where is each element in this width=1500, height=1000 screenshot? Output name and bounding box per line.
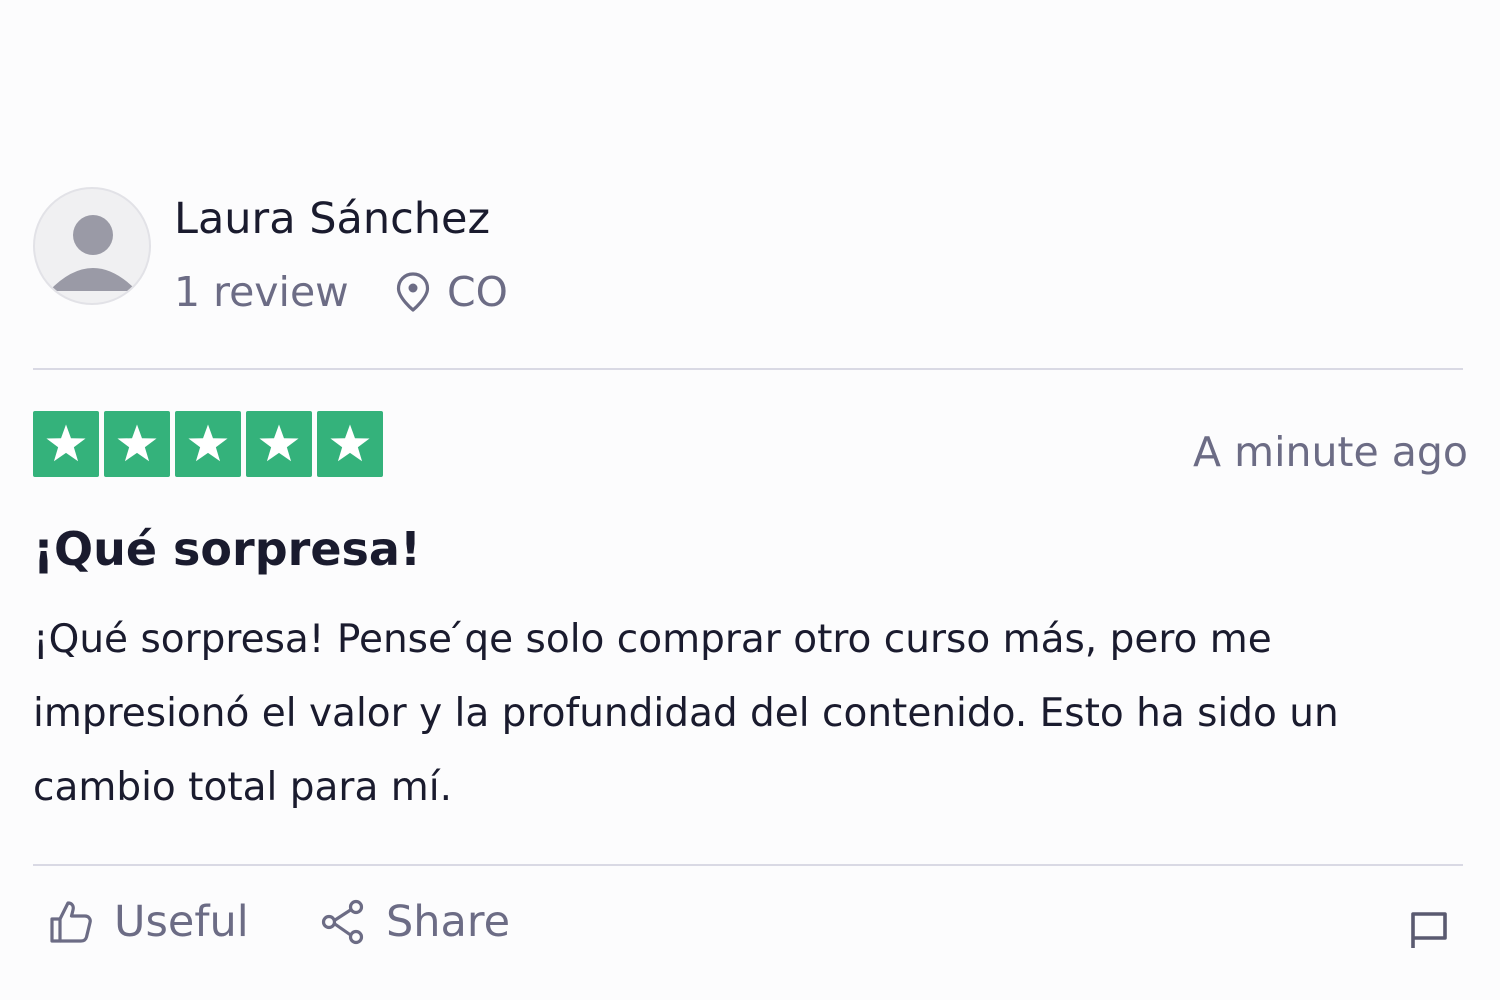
star-rating xyxy=(33,411,383,477)
share-button[interactable]: Share xyxy=(320,894,510,950)
review-card: Laura Sánchez 1 review CO A minute ago ¡… xyxy=(0,0,1500,1000)
share-icon xyxy=(321,899,364,945)
divider xyxy=(33,864,1463,866)
review-title: ¡Qué sorpresa! xyxy=(33,522,421,576)
star-5 xyxy=(317,411,383,477)
reviewer-name[interactable]: Laura Sánchez xyxy=(174,193,490,245)
star-icon xyxy=(330,424,370,462)
user-silhouette-icon xyxy=(49,215,137,291)
report-button[interactable] xyxy=(1408,908,1450,950)
star-icon xyxy=(117,424,157,462)
star-2 xyxy=(104,411,170,477)
location-label: CO xyxy=(447,268,508,316)
star-1 xyxy=(33,411,99,477)
review-date: A minute ago xyxy=(1193,428,1468,476)
useful-label: Useful xyxy=(114,897,249,947)
review-count: 1 review xyxy=(174,268,349,316)
reviewer-location: CO xyxy=(395,266,508,318)
thumbs-up-icon xyxy=(50,901,92,943)
star-icon xyxy=(259,424,299,462)
star-icon xyxy=(188,424,228,462)
divider xyxy=(33,368,1463,370)
map-pin-icon xyxy=(396,272,430,312)
review-body: ¡Qué sorpresa! Pense ́qe solo comprar ot… xyxy=(33,617,1339,810)
useful-button[interactable]: Useful xyxy=(48,894,249,950)
avatar[interactable] xyxy=(33,187,151,305)
star-4 xyxy=(246,411,312,477)
star-icon xyxy=(46,424,86,462)
flag-icon xyxy=(1411,912,1447,948)
star-3 xyxy=(175,411,241,477)
share-label: Share xyxy=(386,897,511,947)
